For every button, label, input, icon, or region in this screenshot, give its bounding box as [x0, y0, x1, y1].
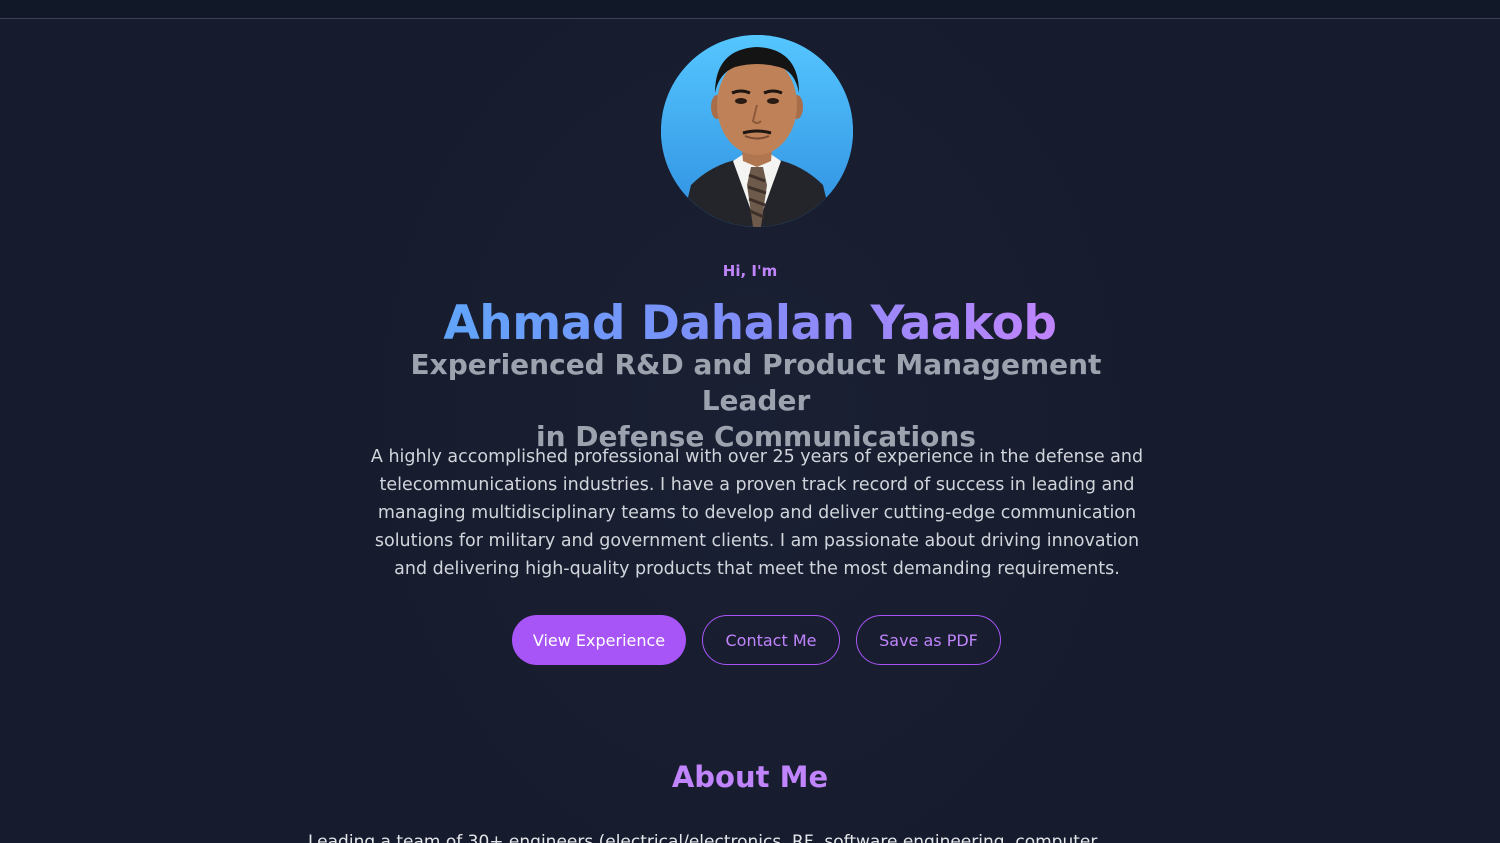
hero-name: Ahmad Dahalan Yaakob [0, 294, 1500, 354]
hero-name-text: Ahmad Dahalan Yaakob [443, 296, 1057, 351]
hero-subtitle-line1: Experienced R&D and Product Management L… [410, 348, 1102, 417]
about-section-text: Leading a team of 30+ engineers (electri… [308, 832, 1098, 843]
profile-photo-icon [661, 35, 853, 227]
top-navbar [0, 0, 1500, 19]
about-section-title: About Me [671, 760, 829, 794]
profile-avatar [661, 35, 853, 227]
contact-me-button[interactable]: Contact Me [702, 615, 840, 665]
save-pdf-button[interactable]: Save as PDF [856, 615, 1001, 665]
hero-greeting: Hi, I'm [722, 262, 778, 280]
view-experience-button[interactable]: View Experience [512, 615, 686, 665]
hero-bio: A highly accomplished professional with … [370, 447, 1144, 579]
portfolio-page: Hi, I'm Ahmad Dahalan Yaakob Experienced… [0, 0, 1500, 843]
hero-subtitle: Experienced R&D and Product Management L… [375, 347, 1137, 455]
